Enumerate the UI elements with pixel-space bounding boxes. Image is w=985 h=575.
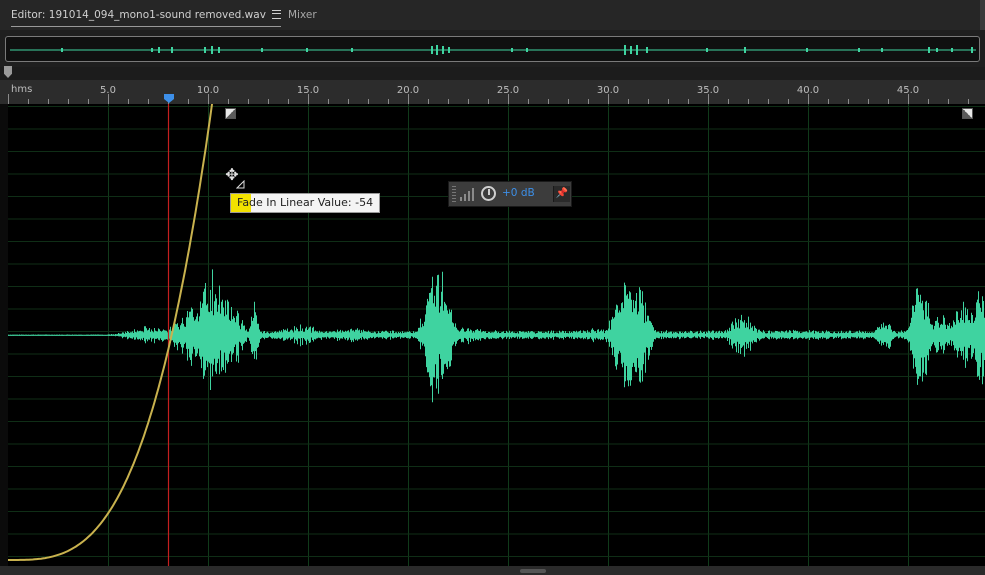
fade-cursor-icon [236,180,245,189]
editor-tab[interactable]: Editor: 191014_094_mono1-sound removed.w… [11,8,281,27]
mixer-tab[interactable]: Mixer [288,8,317,24]
ruler-tick-label: 35.0 [697,85,719,96]
fade-in-handle-icon[interactable] [225,108,236,119]
hud-grip-icon[interactable] [452,186,456,202]
scroll-start-handle[interactable] [4,66,12,78]
fade-tooltip-text: Fade In Linear Value: -54 [237,196,374,209]
editor-tab-bar: Editor: 191014_094_mono1-sound removed.w… [0,0,985,31]
panel-menu-icon[interactable] [271,9,281,19]
editor-tab-label: Editor: 191014_094_mono1-sound removed.w… [11,9,266,21]
waveform-canvas [8,104,985,566]
ruler-tick-label: 40.0 [797,85,819,96]
fade-out-handle-icon[interactable] [962,108,973,119]
ruler-tick-label: 30.0 [597,85,619,96]
ruler-ticks: 5.0 10.0 15.0 20.0 25.0 30.0 35.0 40.0 45.0 [8,85,969,104]
panel-edge [980,0,985,30]
gain-value[interactable]: +0 dB [502,187,535,199]
volume-meter-icon [460,188,474,201]
ruler-tick-label: 10.0 [197,85,219,96]
ruler-tick-label: 5.0 [100,85,116,96]
fade-tooltip: Fade In Linear Value: -54 [230,193,381,213]
ruler-tick-label: 25.0 [497,85,519,96]
horizontal-scrollbar[interactable] [0,566,985,575]
overview-waveform[interactable] [5,36,980,62]
time-ruler[interactable]: hms 5.0 10.0 15.0 20.0 25.0 30.0 35.0 40.0 45.0 [0,80,985,105]
playhead-marker [164,94,174,103]
ruler-tick-label: 45.0 [897,85,919,96]
heads-up-display[interactable]: +0 dB 📌 [448,181,572,207]
left-edge [0,104,8,566]
gain-knob-icon[interactable] [481,186,496,201]
ruler-tick-label: 15.0 [297,85,319,96]
ruler-tick-label: 20.0 [397,85,419,96]
pin-icon[interactable]: 📌 [553,186,570,202]
waveform-display[interactable] [0,104,985,566]
scrollbar-thumb[interactable] [520,569,546,573]
overview-waveform-svg [10,45,976,55]
